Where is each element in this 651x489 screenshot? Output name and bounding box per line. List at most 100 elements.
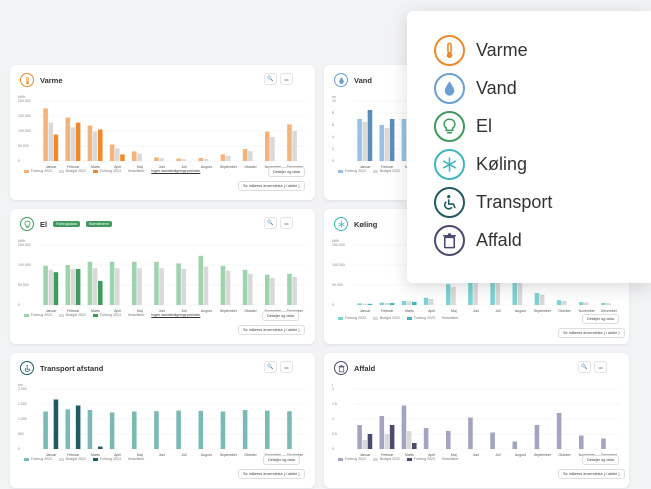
- bar-el-2-0[interactable]: [53, 272, 59, 305]
- bar-koling-1-7[interactable]: [517, 283, 523, 305]
- bar-varme-1-10[interactable]: [270, 137, 275, 161]
- bar-el-0-3[interactable]: [109, 261, 115, 305]
- more-months-button[interactable]: Se måleres anvendelse ( i aktier ): [558, 328, 625, 338]
- bar-varme-1-1[interactable]: [70, 127, 76, 161]
- menu-item-vand[interactable]: Vand: [434, 73, 517, 104]
- bar-el-1-6[interactable]: [181, 269, 187, 305]
- bar-transport-0-2[interactable]: [87, 410, 93, 449]
- bar-transport-0-9[interactable]: [242, 410, 248, 449]
- bar-varme-0-3[interactable]: [109, 144, 115, 162]
- bar-el-1-5[interactable]: [159, 268, 164, 305]
- bar-vand-1-1[interactable]: [384, 128, 390, 161]
- bar-el-0-9[interactable]: [242, 269, 248, 305]
- bar-affald-0-9[interactable]: [556, 413, 562, 449]
- bar-varme-1-3[interactable]: [114, 148, 120, 161]
- bar-affald-0-3[interactable]: [423, 428, 429, 449]
- bar-affald-1-1[interactable]: [384, 434, 390, 449]
- bar-varme-2-2[interactable]: [98, 129, 103, 162]
- more-months-button[interactable]: Se måleres anvendelse ( i aktier ): [558, 469, 625, 479]
- bar-el-1-4[interactable]: [137, 268, 142, 305]
- bar-affald-0-0[interactable]: [357, 425, 362, 449]
- bar-varme-0-11[interactable]: [287, 124, 292, 161]
- bar-transport-0-5[interactable]: [154, 411, 159, 449]
- bar-el-1-3[interactable]: [114, 268, 120, 305]
- legend-link[interactable]: Ingen sammenlignings perioder: [151, 169, 200, 173]
- bar-transport-0-7[interactable]: [198, 410, 204, 449]
- bar-varme-0-7[interactable]: [198, 158, 204, 161]
- details-button[interactable]: Detaljer og data: [262, 311, 299, 321]
- bar-varme-0-1[interactable]: [65, 117, 71, 162]
- bar-vand-2-0[interactable]: [367, 110, 373, 161]
- details-button[interactable]: Detaljer og data: [582, 314, 619, 324]
- bar-el-0-10[interactable]: [264, 274, 270, 305]
- bar-koling-0-4[interactable]: [445, 284, 451, 305]
- bar-vand-1-0[interactable]: [362, 122, 368, 161]
- bar-koling-0-1[interactable]: [379, 302, 385, 305]
- bar-el-0-8[interactable]: [220, 265, 226, 305]
- more-months-button[interactable]: Se måleres anvendelse ( i aktier ): [238, 469, 305, 479]
- bar-vand-0-2[interactable]: [401, 119, 407, 161]
- bar-varme-0-9[interactable]: [242, 149, 248, 161]
- bar-affald-0-8[interactable]: [534, 425, 540, 449]
- menu-item-transport[interactable]: Transport: [434, 187, 552, 218]
- bar-vand-2-1[interactable]: [389, 119, 395, 161]
- bar-affald-1-2[interactable]: [406, 431, 412, 449]
- bar-vand-0-1[interactable]: [379, 125, 385, 161]
- bar-varme-1-6[interactable]: [181, 159, 187, 161]
- bar-koling-0-2[interactable]: [401, 301, 407, 305]
- bar-transport-2-0[interactable]: [53, 399, 59, 450]
- bar-affald-2-0[interactable]: [367, 434, 373, 449]
- bar-el-0-7[interactable]: [198, 255, 204, 305]
- bar-el-1-1[interactable]: [70, 269, 76, 305]
- bar-transport-0-4[interactable]: [131, 411, 137, 450]
- bar-koling-1-2[interactable]: [406, 301, 412, 305]
- bar-varme-0-2[interactable]: [87, 125, 93, 161]
- menu-item-varme[interactable]: Varme: [434, 35, 528, 66]
- bar-koling-0-7[interactable]: [512, 280, 518, 305]
- more-options-button[interactable]: •••: [594, 361, 607, 373]
- bar-transport-2-2[interactable]: [98, 446, 103, 449]
- bar-el-0-5[interactable]: [154, 261, 159, 305]
- bar-varme-1-4[interactable]: [137, 153, 142, 162]
- bar-koling-0-9[interactable]: [556, 300, 562, 305]
- search-button[interactable]: 🔍: [578, 361, 591, 373]
- bar-el-1-0[interactable]: [48, 269, 54, 305]
- bar-affald-0-10[interactable]: [578, 435, 584, 450]
- bar-affald-2-2[interactable]: [412, 443, 417, 449]
- bar-vand-0-0[interactable]: [357, 119, 362, 161]
- details-button[interactable]: Detaljer og data: [582, 455, 619, 465]
- bar-varme-1-8[interactable]: [225, 155, 231, 161]
- bar-koling-1-11[interactable]: [606, 303, 611, 305]
- search-button[interactable]: 🔍: [264, 73, 277, 85]
- bar-affald-0-4[interactable]: [445, 431, 451, 449]
- menu-item-koling[interactable]: Køling: [434, 149, 527, 180]
- bar-el-0-2[interactable]: [87, 261, 93, 305]
- bar-el-1-7[interactable]: [203, 266, 209, 305]
- bar-koling-1-3[interactable]: [428, 299, 434, 305]
- legend-link[interactable]: Ingen sammenlignings perioder: [151, 313, 200, 317]
- bar-el-1-11[interactable]: [292, 277, 297, 305]
- bar-koling-1-5[interactable]: [473, 281, 478, 305]
- more-months-button[interactable]: Se måleres anvendelse ( i aktier ): [238, 181, 305, 191]
- bar-el-0-4[interactable]: [131, 261, 137, 305]
- bar-koling-1-1[interactable]: [384, 303, 390, 305]
- details-button[interactable]: Detaljer og data: [268, 167, 305, 177]
- bar-el-1-9[interactable]: [247, 273, 253, 305]
- more-options-button[interactable]: •••: [280, 73, 293, 85]
- bar-varme-0-0[interactable]: [43, 108, 48, 162]
- menu-item-affald[interactable]: Affald: [434, 225, 522, 256]
- bar-varme-2-1[interactable]: [75, 122, 81, 161]
- bar-varme-2-3[interactable]: [120, 154, 125, 161]
- bar-transport-0-6[interactable]: [176, 410, 181, 449]
- bar-koling-1-8[interactable]: [539, 294, 545, 305]
- bar-transport-0-0[interactable]: [43, 411, 48, 450]
- bar-el-2-1[interactable]: [75, 269, 81, 305]
- bar-varme-0-8[interactable]: [220, 154, 226, 161]
- bar-affald-0-2[interactable]: [401, 405, 407, 450]
- details-button[interactable]: Detaljer og data: [263, 455, 300, 465]
- bar-transport-0-8[interactable]: [220, 411, 226, 450]
- bar-el-0-11[interactable]: [287, 273, 292, 305]
- bar-el-1-8[interactable]: [225, 270, 231, 305]
- bar-koling-2-2[interactable]: [412, 301, 417, 305]
- bar-el-0-0[interactable]: [43, 265, 48, 305]
